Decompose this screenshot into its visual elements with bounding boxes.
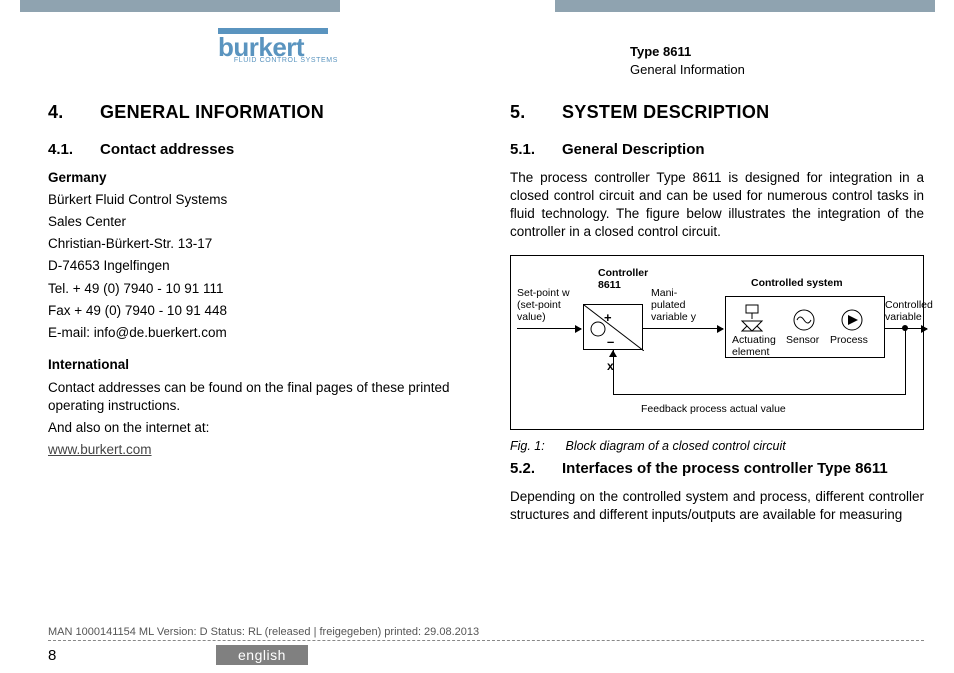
heading-title: GENERAL INFORMATION [100,100,324,124]
address-line: Bürkert Fluid Control Systems [48,191,462,209]
controlled-variable-label: Controlled variable [885,300,933,323]
heading-title: Contact addresses [100,140,462,160]
stripe-left [20,0,340,12]
logo-word: burkert [218,36,348,59]
section-5-1-heading: 5.1. General Description [510,140,924,160]
address-line: Christian-Bürkert-Str. 13-17 [48,235,462,253]
heading-number: 4. [48,100,100,124]
sensor-icon [792,308,816,332]
figure-caption: Fig. 1: Block diagram of a closed contro… [510,438,924,455]
address-fax: Fax + 49 (0) 7940 - 10 91 448 [48,302,462,320]
plus-sign: + [604,309,612,327]
page-header: burkert FLUID CONTROL SYSTEMS Type 8611 … [0,28,954,88]
setpoint-label: Set-point w (set-point value) [517,288,570,323]
address-line: Sales Center [48,213,462,231]
language-pill: english [216,645,308,665]
heading-number: 4.1. [48,140,100,160]
general-description-text: The process controller Type 8611 is desi… [510,169,924,242]
address-line: D-74653 Ingelfingen [48,257,462,275]
logo-tagline: FLUID CONTROL SYSTEMS [218,57,338,64]
international-contact-block: International Contact addresses can be f… [48,356,462,459]
burkert-logo: burkert FLUID CONTROL SYSTEMS [218,28,348,64]
left-column: 4. GENERAL INFORMATION 4.1. Contact addr… [48,100,462,613]
section-5-2-heading: 5.2. Interfaces of the process controlle… [510,459,924,479]
figure-number: Fig. 1: [510,438,562,455]
arrow-setpoint [517,328,581,329]
top-color-bars [0,0,954,12]
heading-title: Interfaces of the process controller Typ… [562,459,924,479]
address-email: E-mail: info@de.buerkert.com [48,324,462,342]
controller-box: + – [583,304,643,350]
right-column: 5. SYSTEM DESCRIPTION 5.1. General Descr… [510,100,924,613]
minus-sign: – [607,333,614,351]
controlled-system-box: Actuating element Sensor Process [725,296,885,358]
germany-contact-block: Germany Bürkert Fluid Control Systems Sa… [48,169,462,343]
section-label: General Information [630,61,745,79]
x-label: x [607,358,614,374]
page-number: 8 [48,647,216,664]
footer-meta: MAN 1000141154 ML Version: D Status: RL … [48,626,924,641]
block-diagram: Set-point w (set-point value) Controller… [510,255,924,430]
process-label: Process [830,335,868,347]
type-label: Type 8611 [630,43,745,61]
feedback-line-down [905,328,906,394]
arrow-manipulated [643,328,723,329]
interfaces-text: Depending on the controlled system and p… [510,488,924,524]
address-tel: Tel. + 49 (0) 7940 - 10 91 111 [48,280,462,298]
heading-number: 5.1. [510,140,562,160]
heading-number: 5. [510,100,562,124]
feedback-label: Feedback process actual value [641,404,786,416]
germany-heading: Germany [48,169,462,187]
footer-row: 8 english [48,645,924,665]
actuating-label: Actuating element [732,335,776,358]
manipulated-label: Mani- pulated variable y [651,288,696,323]
figure-caption-text: Block diagram of a closed control circui… [565,439,785,453]
section-5-heading: 5. SYSTEM DESCRIPTION [510,100,924,124]
controlled-system-label: Controlled system [751,278,843,290]
heading-title: General Description [562,140,924,160]
heading-number: 5.2. [510,459,562,479]
header-right: Type 8611 General Information [630,43,745,79]
page-footer: MAN 1000141154 ML Version: D Status: RL … [48,626,924,665]
sensor-label: Sensor [786,335,819,347]
stripe-right [555,0,935,12]
valve-icon [738,303,766,333]
burkert-website-link[interactable]: www.burkert.com [48,442,152,457]
controller-label: Controller 8611 [598,268,648,291]
arrow-up-icon [609,350,617,357]
international-text: And also on the internet at: [48,419,462,437]
process-icon [840,308,864,332]
feedback-line-across [613,394,906,395]
content-columns: 4. GENERAL INFORMATION 4.1. Contact addr… [48,100,924,613]
section-4-heading: 4. GENERAL INFORMATION [48,100,462,124]
international-text: Contact addresses can be found on the fi… [48,379,462,415]
international-heading: International [48,356,462,374]
heading-title: SYSTEM DESCRIPTION [562,100,769,124]
section-4-1-heading: 4.1. Contact addresses [48,140,462,160]
